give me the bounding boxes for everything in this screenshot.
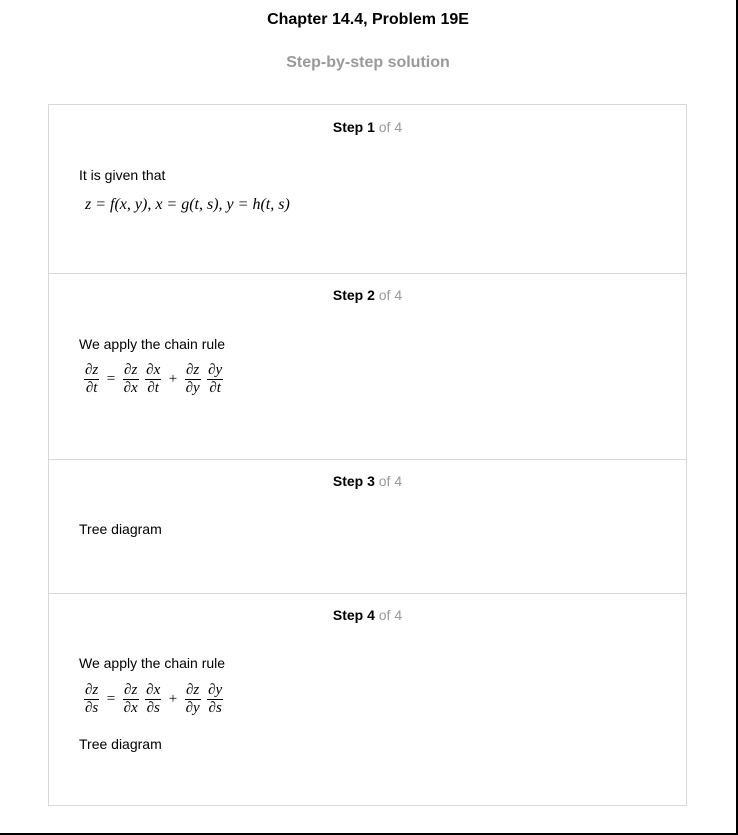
fraction: ∂x ∂s	[145, 682, 162, 716]
plus-sign: +	[168, 371, 178, 387]
plus-sign: +	[168, 691, 178, 707]
chain-rule-formula: ∂z ∂s = ∂z ∂x ∂x ∂s + ∂z ∂y ∂y ∂s	[83, 682, 224, 717]
fraction: ∂z ∂y	[184, 362, 201, 396]
chain-rule-formula: ∂z ∂t = ∂z ∂x ∂x ∂t + ∂z ∂y ∂y ∂t	[83, 362, 224, 397]
step-text-2: Tree diagram	[79, 736, 162, 752]
step-header: Step 3 of 4	[49, 473, 686, 489]
step-label: Step 1	[332, 119, 375, 135]
step-label: Step 2	[332, 287, 375, 303]
step-total: of 4	[378, 287, 403, 303]
step-text: We apply the chain rule	[79, 655, 226, 671]
step-3: Step 3 of 4 Tree diagram	[49, 459, 686, 594]
step-header: Step 2 of 4	[49, 287, 686, 303]
fraction: ∂z ∂x	[122, 362, 139, 396]
fraction: ∂z ∂y	[184, 682, 201, 716]
step-text: We apply the chain rule	[79, 336, 226, 352]
given-formula: z = f(x, y), x = g(t, s), y = h(t, s)	[85, 196, 290, 213]
step-1: Step 1 of 4 It is given that z = f(x, y)…	[49, 105, 686, 274]
fraction: ∂y ∂t	[207, 362, 224, 396]
step-header: Step 1 of 4	[49, 119, 686, 135]
step-4: Step 4 of 4 We apply the chain rule ∂z ∂s…	[49, 593, 686, 805]
step-label: Step 3	[332, 473, 375, 489]
page-subtitle: Step-by-step solution	[286, 54, 450, 71]
equals-sign: =	[106, 691, 116, 707]
fraction: ∂z ∂x	[122, 682, 139, 716]
step-total: of 4	[378, 473, 403, 489]
page-title: Chapter 14.4, Problem 19E	[267, 11, 469, 28]
step-label: Step 4	[332, 607, 375, 623]
step-text: It is given that	[79, 167, 166, 183]
step-total: of 4	[378, 607, 403, 623]
fraction: ∂y ∂s	[207, 682, 224, 716]
step-header: Step 4 of 4	[49, 607, 686, 623]
fraction: ∂z ∂s	[84, 682, 100, 716]
step-total: of 4	[378, 119, 403, 135]
step-2: Step 2 of 4 We apply the chain rule ∂z ∂t…	[49, 273, 686, 460]
fraction: ∂z ∂t	[84, 362, 100, 396]
solution-card: Step 1 of 4 It is given that z = f(x, y)…	[48, 104, 687, 806]
step-text: Tree diagram	[79, 521, 162, 537]
fraction: ∂x ∂t	[145, 362, 162, 396]
equals-sign: =	[106, 371, 116, 387]
